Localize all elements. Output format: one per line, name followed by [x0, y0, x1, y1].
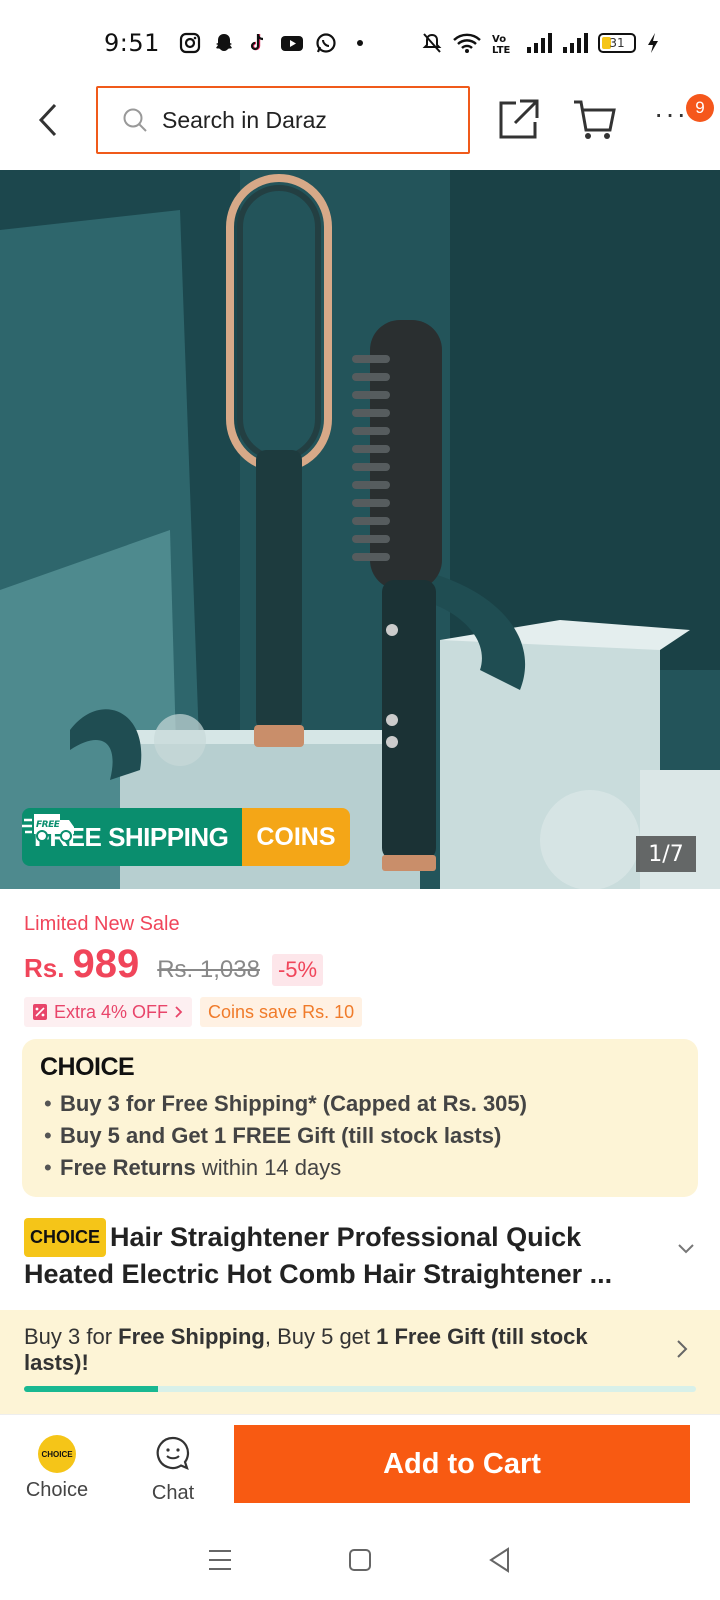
whatsapp-icon — [314, 31, 338, 55]
delivery-truck-icon: FREE — [22, 814, 74, 842]
instagram-icon — [178, 31, 202, 55]
back-button[interactable] — [32, 100, 64, 140]
dot-icon — [348, 31, 372, 55]
chevron-down-icon[interactable] — [676, 1238, 696, 1258]
search-input[interactable]: Search in Daraz — [96, 86, 470, 154]
tiktok-icon — [246, 31, 270, 55]
price-currency: Rs. — [24, 953, 65, 983]
bottom-action-bar: CHOICE Choice Chat Add to Cart — [0, 1414, 720, 1520]
volte-icon: VoLTE — [492, 34, 511, 54]
search-placeholder: Search in Daraz — [162, 106, 327, 133]
coins-save-label: Coins save Rs. 10 — [200, 997, 363, 1027]
menu-icon — [209, 1550, 231, 1570]
share-button[interactable] — [498, 98, 540, 140]
price-row: Rs. 989 Rs. 1,038 -5% — [24, 942, 324, 987]
promo-row: Extra 4% OFF Coins save Rs. 10 — [24, 997, 363, 1027]
product-title[interactable]: CHOICE Hair Straightener Professional Qui… — [24, 1218, 664, 1292]
add-to-cart-button[interactable]: Add to Cart — [234, 1425, 690, 1503]
cart-icon — [574, 100, 616, 139]
battery-icon: 31 — [598, 33, 636, 53]
back-nav-button[interactable] — [483, 1543, 517, 1577]
image-counter: 1/7 — [636, 836, 696, 872]
snapchat-icon — [212, 31, 236, 55]
bundle-progress-bar — [24, 1386, 696, 1392]
cart-button[interactable] — [572, 98, 616, 140]
bundle-offer-strip[interactable]: Buy 3 for Free Shipping, Buy 5 get 1 Fre… — [0, 1310, 720, 1414]
status-app-icons — [178, 31, 372, 55]
charging-icon — [648, 33, 658, 53]
mute-icon — [422, 33, 442, 53]
chat-icon — [156, 1436, 190, 1470]
youtube-icon — [280, 31, 304, 55]
bundle-progress-fill — [24, 1386, 159, 1392]
status-time: 9:51 — [104, 29, 160, 57]
extra-off-voucher[interactable]: Extra 4% OFF — [24, 997, 193, 1027]
status-bar: 9:51 Vo LTE 31 — [0, 0, 720, 86]
menu-nav-button[interactable] — [203, 1543, 237, 1577]
system-nav-bar — [0, 1520, 720, 1600]
discount-badge: -5% — [271, 954, 324, 986]
price-value: 989 — [72, 942, 140, 986]
svg-text:LTE: LTE — [492, 45, 511, 54]
chat-button[interactable]: Chat — [140, 1435, 206, 1505]
bundle-offer-text: Buy 3 for Free Shipping, Buy 5 get 1 Fre… — [24, 1324, 588, 1375]
top-header: Search in Daraz ··· 9 — [0, 86, 720, 170]
chevron-right-icon — [677, 1340, 688, 1358]
free-tag: FREE — [36, 820, 61, 830]
choice-button[interactable]: CHOICE Choice — [20, 1435, 94, 1502]
triangle-back-icon — [489, 1547, 509, 1573]
svg-text:Vo: Vo — [492, 34, 506, 45]
share-icon — [499, 99, 539, 139]
search-icon — [123, 108, 147, 132]
signal-icon — [527, 33, 552, 53]
status-system-icons: Vo LTE 31 — [422, 32, 660, 54]
choice-button-label: Choice — [25, 1479, 89, 1501]
home-nav-button[interactable] — [343, 1543, 377, 1577]
voucher-icon — [33, 1004, 47, 1020]
choice-logo: CHOICE — [40, 1053, 135, 1081]
product-photo — [0, 170, 720, 889]
choice-badge-icon: CHOICE — [38, 1435, 76, 1473]
notification-badge: 9 — [686, 94, 714, 122]
free-shipping-label: FREE FREE SHIPPING — [22, 808, 243, 866]
original-price: Rs. 1,038 — [157, 956, 260, 983]
free-shipping-banner: FREE FREE SHIPPING COINS — [22, 808, 350, 866]
choice-benefit-item: Buy 3 for Free Shipping* (Capped at Rs. … — [40, 1088, 680, 1120]
coins-label: COINS — [242, 808, 350, 866]
chevron-left-icon — [38, 103, 57, 137]
more-button[interactable]: ··· — [654, 100, 690, 134]
chat-button-label: Chat — [151, 1482, 195, 1504]
choice-benefits-box[interactable]: CHOICE Buy 3 for Free Shipping* (Capped … — [22, 1039, 698, 1197]
wifi-icon — [453, 33, 481, 53]
product-image-gallery[interactable]: FREE FREE SHIPPING COINS 1/7 — [0, 170, 720, 889]
choice-benefits-list: Buy 3 for Free Shipping* (Capped at Rs. … — [40, 1088, 680, 1184]
extra-off-label: Extra 4% OFF — [54, 1001, 169, 1022]
choice-benefit-item: Buy 5 and Get 1 FREE Gift (till stock la… — [40, 1120, 680, 1152]
chevron-right-icon — [175, 1006, 183, 1018]
battery-level: 31 — [609, 36, 625, 50]
product-title-text: Hair Straightener Professional Quick Hea… — [24, 1222, 613, 1289]
choice-benefit-item: Free Returns within 14 days — [40, 1152, 680, 1184]
choice-chip: CHOICE — [24, 1218, 107, 1257]
sale-label: Limited New Sale — [24, 913, 180, 935]
signal-icon — [563, 33, 588, 53]
square-icon — [349, 1549, 371, 1571]
